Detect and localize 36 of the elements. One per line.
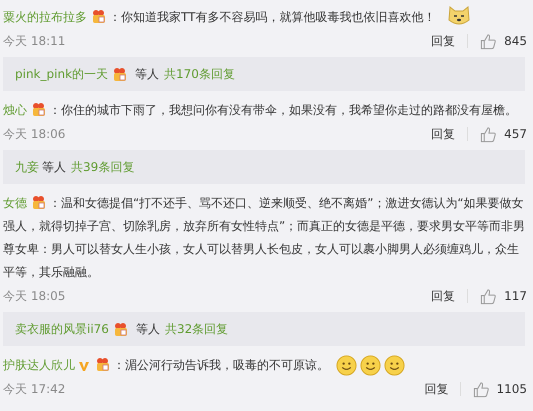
- comment-text: 女德 ：温和女德提倡“打不还手、骂不还口、逆来顺受、绝不离婚”；激进女德认为“如果要做女强人，就得切掉子宫、切除乳房，放弃所有女性特点”；而真正的女德是平德，要求男女平等而非男尊女卑：男人可以替女人生小孩，女人可以替男人长包皮，女人可以裹小脚男人必须缠鸡儿，众生平等，其乐融融。: [3, 193, 526, 281]
- reply-button[interactable]: 回复: [431, 126, 455, 142]
- like-count: 117: [503, 289, 527, 303]
- thumbs-up-icon[interactable]: [480, 288, 497, 304]
- username-link[interactable]: pink_pink的一天: [15, 66, 108, 82]
- comment-text: 烛心 ：你住的城市下雨了，我想问你有没有带伞，如果没有，我希望你走过的路都没有屋檐。: [3, 100, 518, 119]
- comment-time: 今天 18:06: [3, 126, 66, 142]
- like-count: 457: [503, 127, 527, 141]
- like-count: 1105: [496, 382, 527, 396]
- like-count: 845: [503, 34, 527, 48]
- comment-time: 今天 18:11: [3, 32, 66, 50]
- username-link[interactable]: 女德: [3, 196, 27, 210]
- comment-time: 今天 17:42: [3, 380, 66, 398]
- thumbs-up-icon[interactable]: [480, 32, 497, 50]
- comment-time: 今天 18:05: [3, 288, 66, 304]
- comment-text: 护肤达人欣儿 ：湄公河行动告诉我，吸毒的不可原谅。: [3, 350, 527, 377]
- username-link[interactable]: 粟火的拉布拉多: [3, 10, 87, 24]
- replies-count-link[interactable]: 共170条回复: [164, 66, 235, 82]
- replies-count-link[interactable]: 共32条回复: [164, 320, 228, 338]
- username-link[interactable]: 护肤达人欣儿: [3, 358, 75, 372]
- username-link[interactable]: 九妾: [15, 158, 39, 176]
- others-label: 等人: [42, 158, 66, 176]
- username-link[interactable]: 烛心: [3, 103, 27, 117]
- smiley-icon: [360, 355, 381, 376]
- thumbs-up-icon[interactable]: [473, 380, 490, 398]
- thumbs-up-icon[interactable]: [480, 126, 497, 142]
- smiley-icon: [336, 355, 357, 376]
- username-link[interactable]: 卖衣服的风景ii76: [15, 320, 109, 338]
- comment-text: 粟火的拉布拉多 ：你知道我家TT有多不容易吗，就算他吸毒我也依旧喜欢他！: [3, 0, 527, 29]
- replies-count-link[interactable]: 共39条回复: [71, 158, 134, 176]
- reply-button[interactable]: 回复: [431, 288, 455, 304]
- reply-button[interactable]: 回复: [424, 380, 448, 398]
- reply-button[interactable]: 回复: [431, 32, 455, 50]
- others-label: 等人: [136, 320, 160, 338]
- others-label: 等人: [135, 66, 160, 82]
- smiley-icon: [384, 355, 405, 376]
